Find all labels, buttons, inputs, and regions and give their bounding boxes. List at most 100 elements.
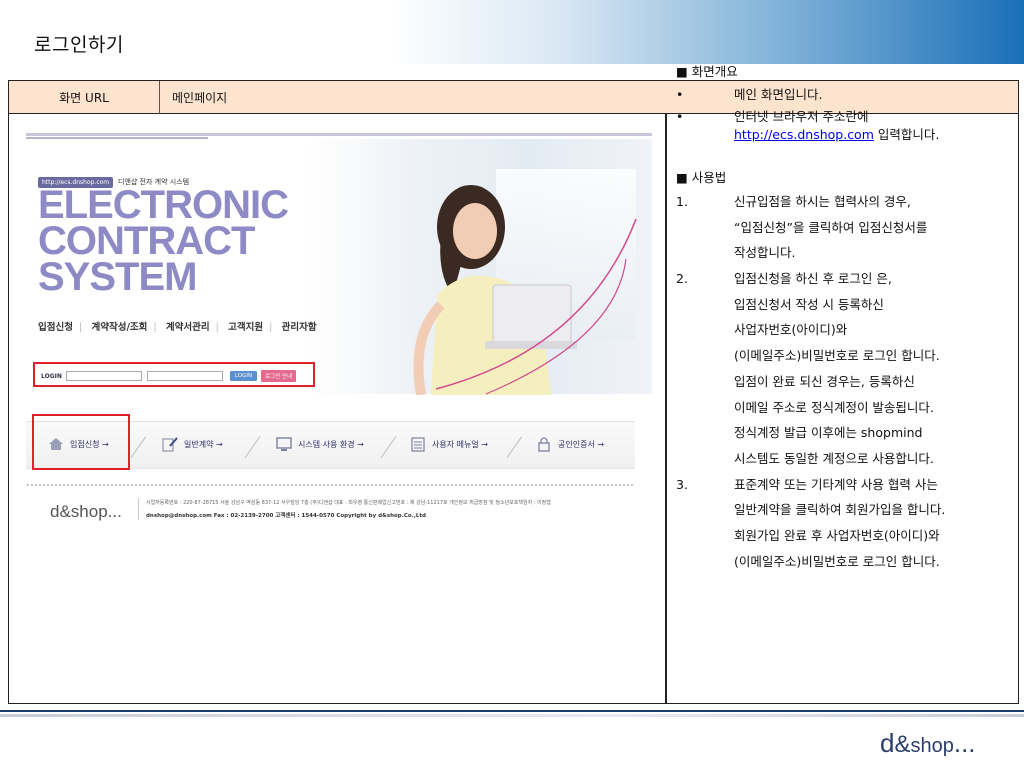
main-nav: 입점신청 | 계약작성/조회 | 계약서관리 | 고객지원 | 관리자함 [38, 322, 317, 333]
usage-text: 회원가입 완료 후 사업자번호(아이디)와 [734, 527, 940, 543]
title-line-1: ELECTRONIC [38, 183, 289, 227]
usage-text: 정식계정 발급 이후에는 shopmind [734, 425, 923, 441]
login-id-input[interactable] [65, 371, 142, 381]
usage-line: 이메일 주소로 정식계정이 발송됩니다. [676, 395, 1006, 421]
menu-general-contract[interactable]: 일반계약 → [162, 436, 223, 452]
usage-heading: ■ 사용법 [676, 170, 727, 185]
footer-contact-info: dnshop@dnshop.com Fax : 02-2139-2700 고객센… [146, 513, 426, 519]
usage-text: 입점신청서 작성 시 등록하신 [734, 296, 884, 312]
menu-user-manual[interactable]: 사용자 메뉴얼 → [410, 436, 488, 452]
footer-logo: d&shop... [50, 502, 122, 521]
system-url-link[interactable]: http://ecs.dnshop.com [734, 127, 874, 142]
bottom-divider-shadow [0, 714, 1024, 717]
usage-marker: 2. [676, 271, 688, 287]
menu-divider [380, 436, 397, 458]
usage-text: 일반계약을 클릭하여 회원가입을 합니다. [734, 502, 946, 518]
overview-heading: ■ 화면개요 [676, 64, 738, 79]
menu-system-env-label: 시스템 사용 환경 → [298, 439, 364, 449]
menu-certificate[interactable]: 공인인증서 → [536, 436, 604, 452]
usage-text: 입점신청을 하신 후 로그인 은, [734, 271, 892, 287]
overview-item: • 인터넷 브라우저 주소란에 http://ecs.dnshop.com 입력… [676, 106, 1006, 146]
usage-text: 시스템도 동일한 계정으로 사용합니다. [734, 450, 934, 466]
usage-line: 입점이 완료 되신 경우는, 등록하신 [676, 369, 1006, 395]
slide: 로그인하기 화면 URL 메인페이지 http://ecs.dnshop.com… [0, 0, 1024, 768]
dnshop-logo: d&shop... [880, 728, 976, 759]
bottom-divider [0, 710, 1024, 712]
lock-icon [538, 437, 550, 452]
usage-line: “입점신청”을 클릭하여 입점신청서를 [676, 215, 1006, 241]
nav-item-admin[interactable]: 관리자함 [282, 322, 317, 333]
footer-dotted-divider [26, 483, 635, 488]
title-line-2: CONTRACT [38, 219, 255, 263]
footer-separator [138, 498, 139, 520]
usage-marker: 3. [676, 476, 688, 492]
usage-text: 사업자번호(아이디)와 [734, 322, 848, 338]
overview-text: 메인 화면입니다. [734, 87, 823, 102]
bullet-marker: • [676, 109, 684, 124]
bullet-marker: • [676, 87, 684, 102]
usage-line: 입점신청서 작성 시 등록하신 [676, 292, 1006, 318]
logo-amp: & [894, 731, 911, 758]
nav-item-application[interactable]: 입점신청 [38, 322, 73, 333]
usage-text: 표준계약 또는 기타계약 사용 협력 사는 [734, 476, 938, 492]
menu-user-manual-label: 사용자 메뉴얼 → [432, 439, 488, 449]
login-form: LOGIN LOGIN 로그인 안내 [41, 370, 297, 382]
overview-text-suffix: 입력합니다. [873, 127, 940, 142]
pen-icon [162, 437, 178, 452]
login-password-input[interactable] [146, 371, 223, 381]
decorative-curves [435, 218, 637, 395]
login-highlight-box: LOGIN LOGIN 로그인 안내 [33, 362, 315, 387]
overview-text: 인터넷 브라우저 주소란에 [734, 109, 869, 124]
usage-line: 회원가입 완료 후 사업자번호(아이디)와 [676, 523, 1006, 549]
usage-line: 2. 입점신청을 하신 후 로그인 은, [676, 266, 1006, 292]
url-value: 메인페이지 [172, 91, 228, 105]
page-title: 로그인하기 [34, 34, 124, 56]
column-divider [665, 114, 667, 703]
nav-item-contract-manage[interactable]: 계약서관리 [166, 322, 210, 333]
title-line-3: SYSTEM [38, 255, 197, 299]
logo-shop: shop [910, 735, 954, 757]
usage-text: 이메일 주소로 정식계정이 발송됩니다. [734, 399, 934, 415]
nav-item-contract[interactable]: 계약작성/조회 [91, 322, 147, 333]
usage-line: 3. 표준계약 또는 기타계약 사용 협력 사는 [676, 472, 1006, 498]
usage-line: 1. 신규입점을 하시는 협력사의 경우, [676, 189, 1006, 215]
overview-item: • 메인 화면입니다. [676, 83, 1006, 106]
usage-line: (이메일주소)비밀번호로 로그인 합니다. [676, 549, 1006, 575]
usage-line: 정식계정 발급 이후에는 shopmind [676, 420, 1006, 446]
usage-line: 시스템도 동일한 계정으로 사용합니다. [676, 446, 1006, 472]
logo-dots: ... [953, 728, 976, 758]
login-guide-button[interactable]: 로그인 안내 [261, 370, 297, 382]
usage-marker: 1. [676, 194, 688, 209]
description-panel: ■ 화면개요 • 메인 화면입니다. • 인터넷 브라우저 주소란에 http:… [676, 60, 1006, 574]
usage-line: 작성합니다. [676, 240, 1006, 266]
mockup-top-bar [26, 133, 652, 136]
menu-general-contract-label: 일반계약 → [184, 439, 223, 449]
nav-item-support[interactable]: 고객지원 [228, 322, 263, 333]
url-label: 화면 URL [9, 81, 160, 114]
menu-divider [130, 436, 147, 458]
menu-divider [506, 436, 523, 458]
usage-text: 신규입점을 하시는 협력사의 경우, [734, 194, 911, 209]
usage-text: 작성합니다. [734, 245, 796, 261]
monitor-icon [276, 437, 292, 451]
usage-line: (이메일주소)비밀번호로 로그인 합니다. [676, 343, 1006, 369]
hero-banner: http://ecs.dnshop.com 디앤샵 전자 계약 시스템 ELEC… [26, 139, 652, 395]
footer-company-info: 사업자등록번호 : 220-87-28715 서울 강남구 역삼동 837-12… [146, 500, 551, 506]
usage-list: 1. 신규입점을 하시는 협력사의 경우, “입점신청”을 클릭하여 입점신청서를작… [676, 189, 1006, 574]
usage-text: (이메일주소)비밀번호로 로그인 합니다. [734, 348, 940, 364]
logo-d: d [880, 728, 895, 758]
usage-text: (이메일주소)비밀번호로 로그인 합니다. [734, 553, 940, 569]
header-band [0, 0, 1024, 64]
notebook-icon [411, 437, 425, 452]
login-button[interactable]: LOGIN [229, 371, 258, 381]
main-page-mockup: http://ecs.dnshop.com 디앤샵 전자 계약 시스템 ELEC… [26, 133, 652, 523]
menu-divider [244, 436, 261, 458]
usage-text: 입점이 완료 되신 경우는, 등록하신 [734, 373, 915, 389]
usage-line: 사업자번호(아이디)와 [676, 317, 1006, 343]
login-label: LOGIN [41, 372, 62, 380]
usage-line: 일반계약을 클릭하여 회원가입을 합니다. [676, 497, 1006, 523]
application-highlight-box [32, 414, 130, 470]
menu-system-env[interactable]: 시스템 사용 환경 → [276, 436, 364, 452]
menu-certificate-label: 공인인증서 → [558, 439, 605, 449]
